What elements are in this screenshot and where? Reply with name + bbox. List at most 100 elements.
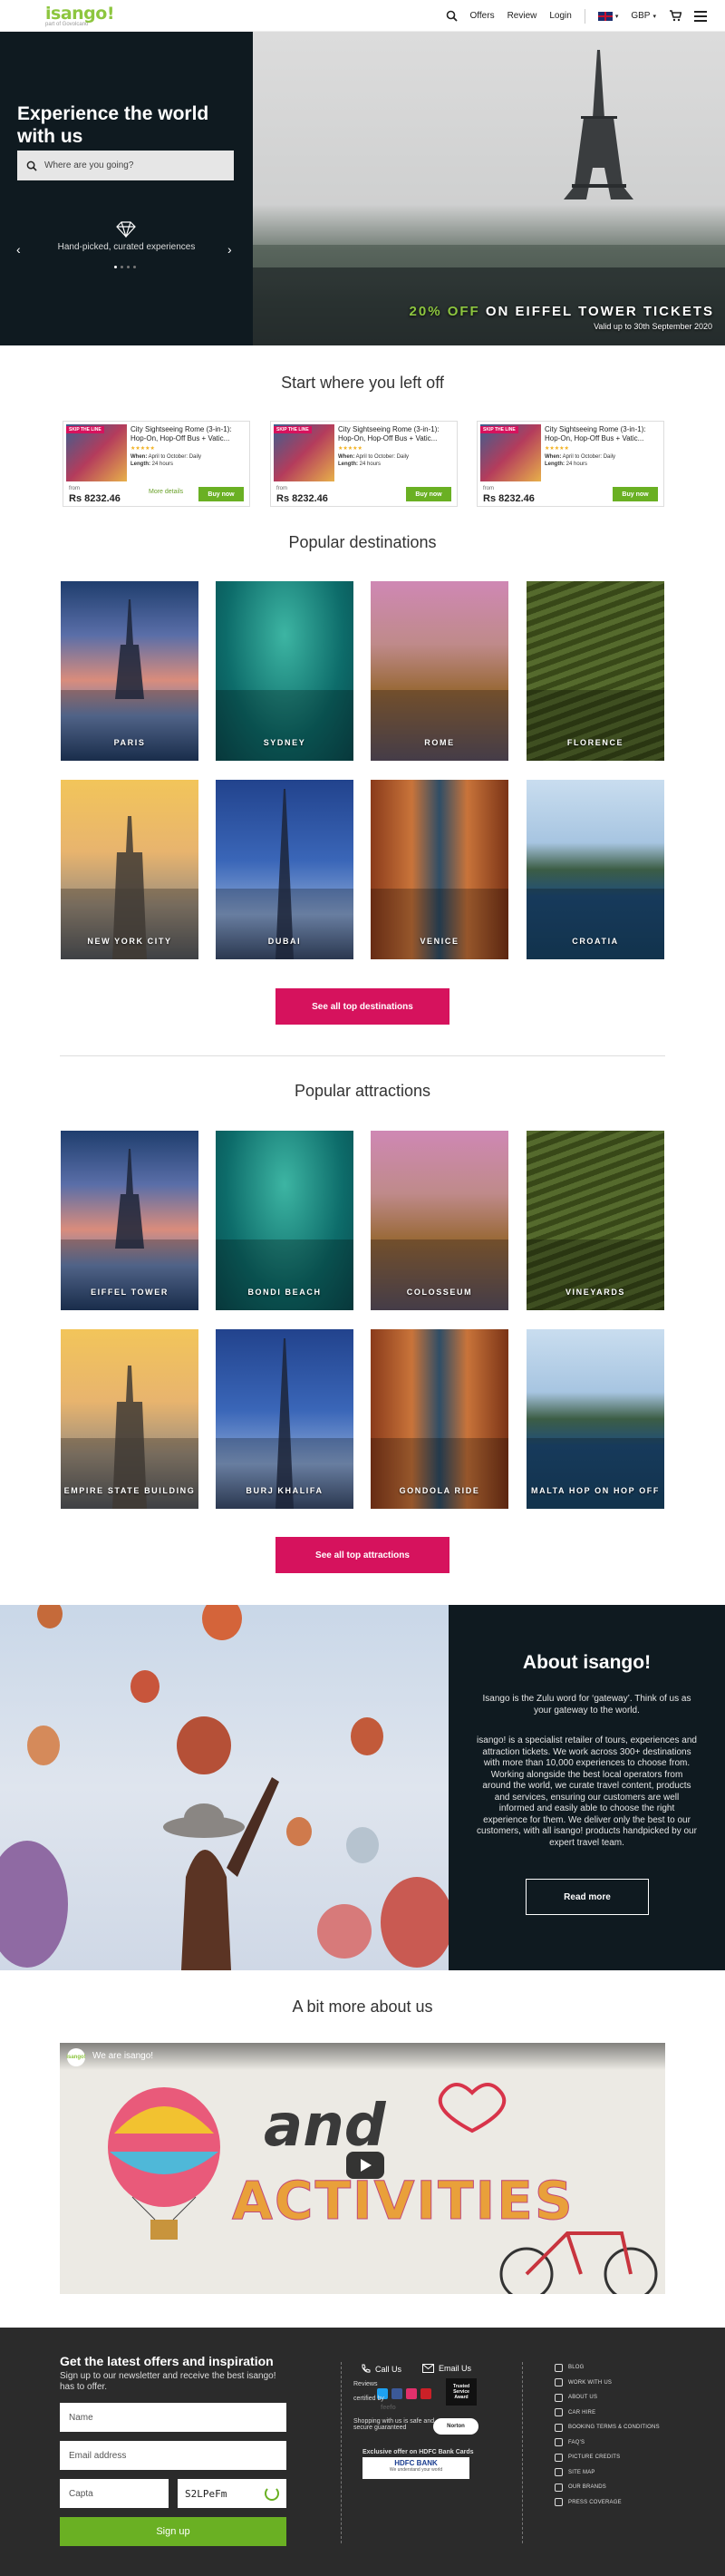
destination-label: DUBAI <box>267 937 302 946</box>
destination-tile[interactable]: DUBAI <box>216 780 353 959</box>
section-divider <box>60 1055 665 1056</box>
footer-link[interactable]: OUR BRANDS <box>555 2480 660 2495</box>
destination-tile[interactable]: ROME <box>371 581 508 761</box>
site-header: isango! part of Govolcano Offers Review … <box>0 0 725 32</box>
attraction-tile[interactable]: MALTA HOP ON HOP OFF <box>527 1329 664 1509</box>
read-more-button[interactable]: Read more <box>526 1879 649 1915</box>
footer-link-label: PRESS COVERAGE <box>568 2499 622 2505</box>
carousel-dots[interactable] <box>114 266 136 268</box>
trusted-service-award-badge: Trusted Service Award <box>446 2378 477 2406</box>
attraction-image <box>61 1366 198 1509</box>
attraction-tile[interactable]: EMPIRE STATE BUILDING <box>61 1329 198 1509</box>
buy-now-button[interactable]: Buy now <box>198 487 244 501</box>
hdfc-badge[interactable]: HDFC BANK We understand your world <box>362 2457 469 2479</box>
destination-tile[interactable]: VENICE <box>371 780 508 959</box>
footer-link-icon <box>555 2393 563 2402</box>
footer-link[interactable]: CAR HIRE <box>555 2406 660 2421</box>
mail-icon <box>422 2364 434 2373</box>
attraction-tile[interactable]: BONDI BEACH <box>216 1131 353 1310</box>
play-button[interactable] <box>346 2152 384 2179</box>
about-title: About isango! <box>522 1652 652 1673</box>
pinterest-icon[interactable] <box>420 2388 431 2399</box>
video-title[interactable]: We are isango! <box>92 2051 153 2061</box>
footer-divider-right <box>522 2362 523 2543</box>
attraction-tile[interactable]: EIFFEL TOWER <box>61 1131 198 1310</box>
footer-link[interactable]: BOOKING TERMS & CONDITIONS <box>555 2420 660 2435</box>
more-about-title: A bit more about us <box>292 1998 433 2016</box>
footer-link-icon <box>555 2438 563 2447</box>
destination-tile[interactable]: FLORENCE <box>527 581 664 761</box>
attraction-image <box>371 1239 508 1310</box>
when-value: April to October: Daily <box>148 454 202 460</box>
hero-search-input[interactable]: Where are you going? <box>17 151 234 180</box>
footer-link-label: FAQ'S <box>568 2439 585 2445</box>
footer-link[interactable]: PRESS COVERAGE <box>555 2495 660 2511</box>
menu-icon[interactable] <box>694 10 707 22</box>
footer-link[interactable]: PICTURE CREDITS <box>555 2450 660 2465</box>
destination-tile[interactable]: CROATIA <box>527 780 664 959</box>
currency-label: GBP <box>631 11 651 21</box>
recent-card[interactable]: SKIP THE LINE City Sightseeing Rome (3-in… <box>270 421 458 507</box>
nav-review[interactable]: Review <box>508 11 537 21</box>
uk-flag-icon <box>597 11 613 21</box>
about-image <box>0 1605 449 1970</box>
hero-banner[interactable]: 20% OFF ON EIFFEL TOWER TICKETS Valid up… <box>253 32 725 345</box>
channel-avatar[interactable]: isango! <box>66 2048 86 2066</box>
footer-link-icon <box>555 2498 563 2507</box>
destination-image <box>527 889 664 959</box>
attraction-tile[interactable]: VINEYARDS <box>527 1131 664 1310</box>
attraction-image <box>527 1239 664 1310</box>
when-info: When: April to October: Daily <box>130 454 201 460</box>
buy-now-button[interactable]: Buy now <box>406 487 451 501</box>
nav-offers[interactable]: Offers <box>470 11 495 21</box>
footer-link[interactable]: WORK WITH US <box>555 2376 660 2391</box>
chevron-right-icon[interactable]: › <box>227 242 232 257</box>
when-info: When: April to October: Daily <box>545 454 615 460</box>
price-from-label: from <box>69 486 80 491</box>
footer-link-label: CAR HIRE <box>568 2409 596 2416</box>
instagram-icon[interactable] <box>406 2388 417 2399</box>
signup-button[interactable]: Sign up <box>60 2517 286 2546</box>
attraction-tile[interactable]: GONDOLA RIDE <box>371 1329 508 1509</box>
video-player[interactable]: and ACTIVITIES isango! We are isango! <box>60 2043 665 2294</box>
search-icon[interactable] <box>446 10 458 22</box>
recent-card[interactable]: SKIP THE LINE City Sightseeing Rome (3-in… <box>63 421 250 507</box>
product-name[interactable]: City Sightseeing Rome (3-in-1): Hop-On, … <box>545 425 661 443</box>
balloons-image <box>0 1605 449 1970</box>
facebook-icon[interactable] <box>392 2388 402 2399</box>
recent-card[interactable]: SKIP THE LINE City Sightseeing Rome (3-in… <box>477 421 664 507</box>
destination-tile[interactable]: PARIS <box>61 581 198 761</box>
footer-link[interactable]: ABOUT US <box>555 2390 660 2406</box>
destination-label: ROME <box>424 738 455 747</box>
language-selector[interactable]: ▾ <box>597 11 618 21</box>
newsletter-subtitle: Sign up to our newsletter and receive th… <box>60 2371 276 2392</box>
more-details-link[interactable]: More details <box>149 489 183 495</box>
attraction-label: GONDOLA RIDE <box>399 1486 480 1495</box>
product-name[interactable]: City Sightseeing Rome (3-in-1): Hop-On, … <box>130 425 246 443</box>
destination-tile[interactable]: NEW YORK CITY <box>61 780 198 959</box>
see-all-destinations-button[interactable]: See all top destinations <box>276 988 450 1025</box>
product-name[interactable]: City Sightseeing Rome (3-in-1): Hop-On, … <box>338 425 454 443</box>
attraction-image <box>527 1438 664 1509</box>
cart-icon[interactable] <box>669 10 682 22</box>
attraction-label: EIFFEL TOWER <box>91 1288 169 1297</box>
footer-link[interactable]: FAQ'S <box>555 2435 660 2451</box>
isango-logo[interactable]: isango! <box>45 4 115 24</box>
captcha-field[interactable]: Capta <box>60 2479 169 2508</box>
see-all-attractions-button[interactable]: See all top attractions <box>276 1537 450 1573</box>
when-label: When: <box>338 454 355 460</box>
footer-link[interactable]: BLOG <box>555 2360 660 2376</box>
attraction-tile[interactable]: BURJ KHALIFA <box>216 1329 353 1509</box>
refresh-icon[interactable] <box>265 2486 279 2501</box>
price: Rs 8232.46 <box>483 493 535 504</box>
email-us-link[interactable]: Email Us <box>422 2364 471 2373</box>
footer-link[interactable]: SITE MAP <box>555 2465 660 2481</box>
destination-tile[interactable]: SYDNEY <box>216 581 353 761</box>
email-field[interactable]: Email address <box>60 2441 286 2470</box>
attraction-tile[interactable]: COLOSSEUM <box>371 1131 508 1310</box>
name-field[interactable]: Name <box>60 2403 286 2432</box>
buy-now-button[interactable]: Buy now <box>613 487 658 501</box>
nav-login[interactable]: Login <box>549 11 571 21</box>
currency-selector[interactable]: GBP ▾ <box>631 11 656 21</box>
call-us-link[interactable]: Call Us <box>361 2364 401 2374</box>
